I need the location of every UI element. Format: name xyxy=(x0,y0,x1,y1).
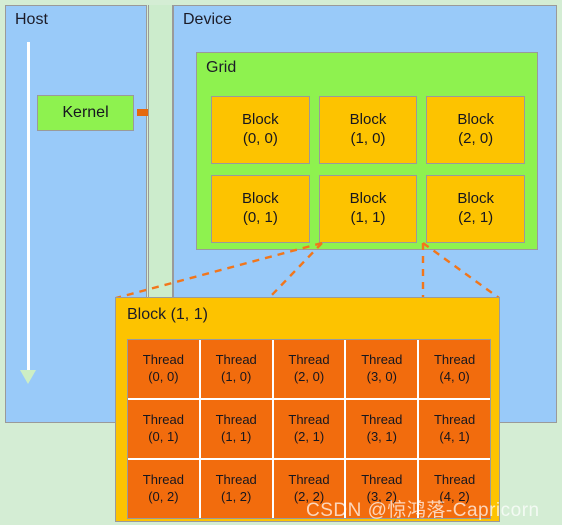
block-index: (0, 0) xyxy=(242,130,278,147)
thread-cell: Thread (1, 1) xyxy=(200,400,272,458)
grid-title: Grid xyxy=(206,59,237,76)
device-title: Device xyxy=(183,11,232,28)
block-cell: Block (1, 0) xyxy=(318,96,418,164)
thread-cell: Thread (0, 1) xyxy=(128,400,199,458)
block-name: Block xyxy=(457,111,495,129)
thread-cell: Thread (1, 2) xyxy=(200,460,272,518)
thread-name: Thread xyxy=(142,412,184,428)
kernel-label: Kernel xyxy=(62,104,109,121)
thread-cell: Thread (4, 1) xyxy=(419,400,490,458)
block-index: (1, 0) xyxy=(350,130,386,147)
thread-name: Thread xyxy=(288,352,330,368)
thread-name: Thread xyxy=(433,472,476,488)
block-detail-title: Block (1, 1) xyxy=(127,306,208,323)
thread-index: (0, 0) xyxy=(148,369,179,384)
thread-cell: Thread (0, 0) xyxy=(128,340,199,398)
diagram-canvas: Host Kernel Device Grid Block (0, 0) Blo… xyxy=(0,0,562,525)
block-row: Block (0, 1) Block (1, 1) Block (2, 1) xyxy=(211,175,526,243)
kernel-box: Kernel xyxy=(37,95,134,131)
thread-name: Thread xyxy=(361,472,403,488)
thread-index: (1, 0) xyxy=(221,369,252,384)
thread-cell: Thread (3, 1) xyxy=(346,400,418,458)
thread-name: Thread xyxy=(142,352,184,368)
thread-name: Thread xyxy=(288,472,330,488)
thread-name: Thread xyxy=(433,352,476,368)
grid-panel: Grid Block (0, 0) Block (1, 0) Block (2,… xyxy=(196,52,538,250)
thread-index: (3, 1) xyxy=(366,429,397,444)
block-name: Block xyxy=(349,190,387,208)
thread-name: Thread xyxy=(215,412,257,428)
block-name: Block xyxy=(457,190,495,208)
block-row: Block (0, 0) Block (1, 0) Block (2, 0) xyxy=(211,96,526,164)
block-index: (2, 0) xyxy=(458,130,494,147)
block-detail-panel: Block (1, 1) Thread (0, 0) Thread (1, 0)… xyxy=(115,297,500,522)
thread-index: (4, 0) xyxy=(439,369,470,384)
block-name: Block xyxy=(241,190,279,208)
thread-name: Thread xyxy=(215,352,257,368)
block-cell: Block (0, 0) xyxy=(211,96,310,164)
thread-cell: Thread (2, 1) xyxy=(273,400,345,458)
block-index: (1, 1) xyxy=(350,209,386,226)
thread-cell: Thread (0, 2) xyxy=(128,460,199,518)
thread-index: (1, 1) xyxy=(221,429,252,444)
thread-index: (1, 2) xyxy=(221,489,252,504)
watermark: CSDN @惊鸿落-Capricorn xyxy=(306,500,540,521)
block-cell: Block (1, 1) xyxy=(318,175,418,243)
block-cell: Block (2, 1) xyxy=(426,175,526,243)
thread-cell: Thread (4, 0) xyxy=(419,340,490,398)
thread-index: (2, 0) xyxy=(293,369,325,384)
block-name: Block xyxy=(349,111,387,129)
block-cell: Block (2, 0) xyxy=(426,96,526,164)
host-title: Host xyxy=(15,11,48,28)
thread-grid: Thread (0, 0) Thread (1, 0) Thread (2, 0… xyxy=(127,339,491,519)
thread-index: (4, 1) xyxy=(439,429,470,444)
block-name: Block xyxy=(241,111,279,129)
host-timeline-arrow-head xyxy=(20,370,36,384)
thread-name: Thread xyxy=(361,352,403,368)
thread-index: (3, 0) xyxy=(366,369,397,384)
thread-name: Thread xyxy=(433,412,476,428)
block-cell: Block (0, 1) xyxy=(211,175,310,243)
thread-name: Thread xyxy=(361,412,403,428)
thread-cell: Thread (3, 0) xyxy=(346,340,418,398)
thread-index: (0, 1) xyxy=(148,429,179,444)
block-index: (2, 1) xyxy=(458,209,494,226)
host-timeline-arrow-shaft xyxy=(27,42,30,372)
thread-name: Thread xyxy=(215,472,257,488)
thread-index: (2, 1) xyxy=(293,429,325,444)
thread-index: (0, 2) xyxy=(148,489,179,504)
thread-cell: Thread (2, 0) xyxy=(273,340,345,398)
block-index: (0, 1) xyxy=(242,209,278,226)
thread-name: Thread xyxy=(288,412,330,428)
thread-cell: Thread (1, 0) xyxy=(200,340,272,398)
thread-name: Thread xyxy=(142,472,184,488)
